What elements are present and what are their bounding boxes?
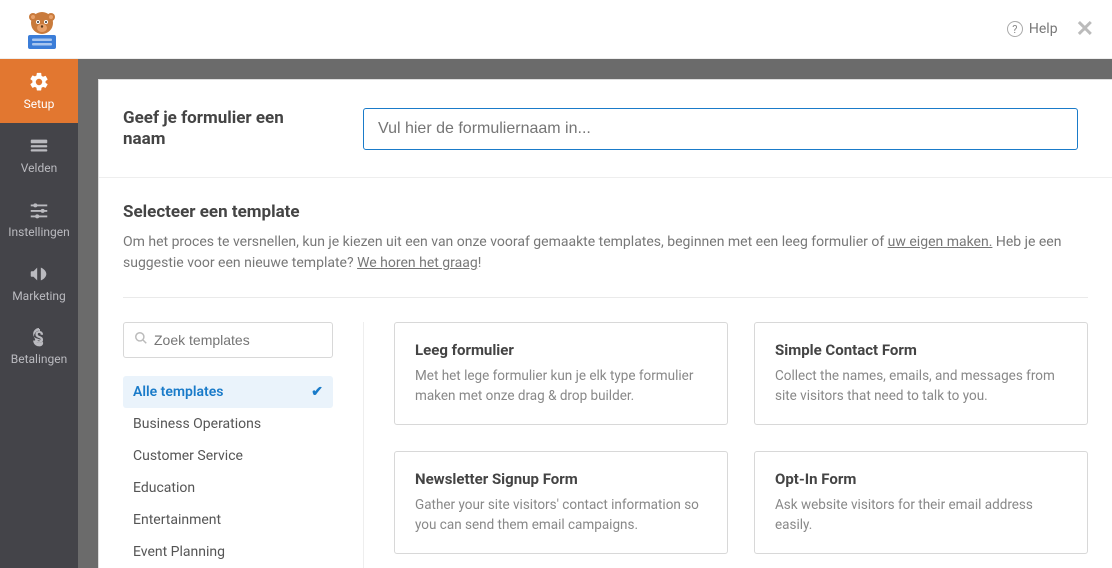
nav-instellingen[interactable]: Instellingen (0, 187, 78, 251)
help-link[interactable]: ? Help (1007, 21, 1058, 37)
check-icon: ✔ (311, 384, 323, 400)
category-item[interactable]: Business Operations ✔ (123, 408, 333, 440)
megaphone-icon (28, 263, 50, 285)
nav-setup[interactable]: Setup (0, 59, 78, 123)
template-desc: Met het lege formulier kun je elk type f… (415, 367, 707, 406)
category-item[interactable]: Education ✔ (123, 472, 333, 504)
close-button[interactable]: ✕ (1076, 17, 1094, 42)
sidebar: Setup Velden Instellingen Marketing (0, 59, 78, 568)
nav-velden[interactable]: Velden (0, 123, 78, 187)
panel: Geef je formulier een naam Selecteer een… (98, 79, 1112, 568)
template-desc: Ask website visitors for their email add… (775, 496, 1067, 535)
template-title: Opt-In Form (775, 470, 1067, 488)
template-title: Leeg formulier (415, 341, 707, 359)
help-label: Help (1029, 21, 1058, 37)
dollar-icon: $ (29, 328, 49, 348)
template-title: Simple Contact Form (775, 341, 1067, 359)
template-card[interactable]: Newsletter Signup Form Gather your site … (394, 451, 728, 554)
template-section: Selecteer een template Om het proces te … (99, 178, 1112, 298)
template-search-input[interactable] (154, 332, 335, 348)
nav-label: Instellingen (8, 225, 69, 239)
template-desc: Gather your site visitors' contact infor… (415, 496, 707, 535)
template-grid: Leeg formulier Met het lege formulier ku… (363, 322, 1088, 568)
category-label: Education (133, 480, 195, 496)
desc-text: Om het proces te versnellen, kun je kiez… (123, 234, 888, 250)
template-desc: Collect the names, emails, and messages … (775, 367, 1067, 406)
template-search[interactable] (123, 322, 333, 358)
main-frame: Geef je formulier een naam Selecteer een… (78, 59, 1112, 568)
header-row: Geef je formulier een naam (99, 80, 1112, 178)
category-label: Alle templates (133, 384, 224, 400)
desc-text: ! (478, 255, 482, 271)
search-icon (134, 331, 148, 349)
category-item[interactable]: Customer Service ✔ (123, 440, 333, 472)
sliders-icon (28, 199, 50, 221)
svg-text:$: $ (34, 329, 44, 348)
template-card[interactable]: Opt-In Form Ask website visitors for the… (754, 451, 1088, 554)
template-card[interactable]: Simple Contact Form Collect the names, e… (754, 322, 1088, 425)
category-column: Alle templates ✔ Business Operations ✔ C… (123, 322, 333, 568)
template-section-title: Selecteer een template (123, 202, 1088, 222)
gear-icon (28, 71, 50, 93)
category-item[interactable]: Alle templates ✔ (123, 376, 333, 408)
category-item[interactable]: Event Planning ✔ (123, 536, 333, 568)
nav-label: Setup (24, 97, 55, 111)
category-label: Business Operations (133, 416, 261, 432)
app-logo (18, 7, 66, 51)
nav-label: Velden (21, 161, 57, 175)
template-title: Newsletter Signup Form (415, 470, 707, 488)
make-your-own-link[interactable]: uw eigen maken. (888, 234, 993, 250)
category-label: Entertainment (133, 512, 221, 528)
category-label: Event Planning (133, 544, 225, 560)
template-section-desc: Om het proces te versnellen, kun je kiez… (123, 232, 1083, 275)
nav-label: Marketing (12, 289, 66, 303)
feedback-link[interactable]: We horen het graag (357, 255, 478, 271)
topbar: ? Help ✕ (0, 0, 1112, 59)
content-row: Alle templates ✔ Business Operations ✔ C… (99, 298, 1112, 568)
template-card[interactable]: Leeg formulier Met het lege formulier ku… (394, 322, 728, 425)
nav-label: Betalingen (11, 352, 67, 366)
form-name-label: Geef je formulier een naam (123, 108, 323, 151)
category-list: Alle templates ✔ Business Operations ✔ C… (123, 376, 333, 568)
help-icon: ? (1007, 21, 1023, 37)
nav-betalingen[interactable]: $ Betalingen (0, 315, 78, 379)
category-item[interactable]: Entertainment ✔ (123, 504, 333, 536)
form-icon (28, 135, 50, 157)
nav-marketing[interactable]: Marketing (0, 251, 78, 315)
form-name-input[interactable] (363, 108, 1078, 150)
category-label: Customer Service (133, 448, 243, 464)
